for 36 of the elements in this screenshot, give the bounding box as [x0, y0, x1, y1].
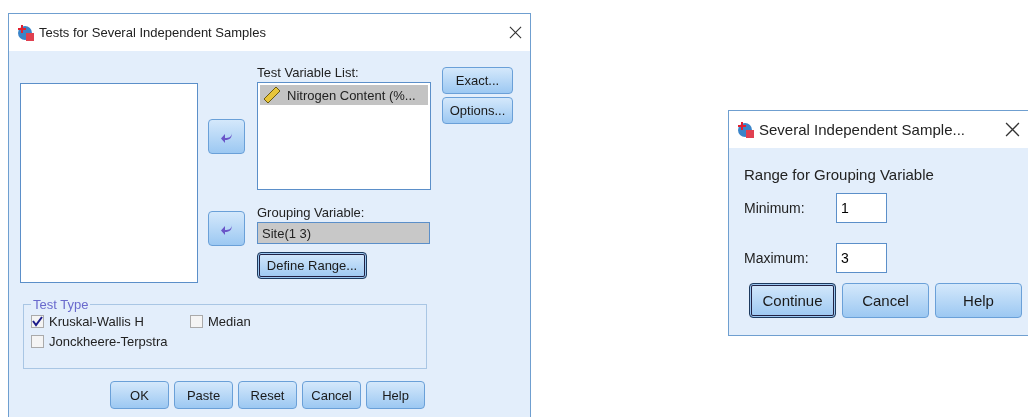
input-field[interactable]: 3 — [836, 243, 887, 273]
dialog-button[interactable]: Help — [935, 283, 1022, 318]
input-field[interactable]: 1 — [836, 193, 887, 223]
app-icon — [737, 120, 755, 139]
dialog-button[interactable]: Continue — [749, 283, 836, 318]
field-label: Grouping Variable: — [257, 205, 366, 220]
grouping-field[interactable]: Site(1 3) — [257, 222, 430, 244]
app-icon — [17, 23, 35, 42]
dialog-button[interactable]: Reset — [238, 381, 297, 409]
field-label: Maximum: — [744, 250, 810, 266]
move-button[interactable] — [208, 119, 245, 154]
checkbox-option[interactable]: Jonckheere-Terpstra — [31, 334, 190, 349]
list-item[interactable]: Nitrogen Content (%... — [260, 85, 428, 105]
checkmark-icon — [32, 316, 43, 327]
move-button[interactable] — [208, 211, 245, 246]
dialog-button[interactable]: OK — [110, 381, 169, 409]
dialog-button[interactable]: Cancel — [842, 283, 929, 318]
test-variable-list[interactable]: Nitrogen Content (%... — [257, 82, 431, 190]
group-title: Test Type — [32, 297, 90, 312]
window-title: Several Independent Sample... — [759, 121, 966, 138]
variable-list[interactable] — [20, 83, 198, 283]
field-label: Minimum: — [744, 200, 806, 216]
window-title: Tests for Several Independent Samples — [39, 25, 267, 40]
checkbox-option[interactable]: Kruskal-Wallis H — [31, 314, 190, 329]
close-icon[interactable] — [509, 26, 522, 39]
dialog-button[interactable]: Paste — [174, 381, 233, 409]
dialog-button[interactable]: Help — [366, 381, 425, 409]
define-range-button[interactable]: Define Range... — [257, 252, 367, 279]
ruler-icon — [263, 86, 281, 104]
dialog-button[interactable]: Cancel — [302, 381, 361, 409]
section-heading: Range for Grouping Variable — [744, 166, 935, 183]
side-button[interactable]: Exact... — [442, 67, 513, 94]
list-label: Test Variable List: — [257, 65, 360, 80]
side-button[interactable]: Options... — [442, 97, 513, 124]
checkbox-option[interactable]: Median — [190, 314, 426, 329]
close-icon[interactable] — [1005, 122, 1020, 137]
